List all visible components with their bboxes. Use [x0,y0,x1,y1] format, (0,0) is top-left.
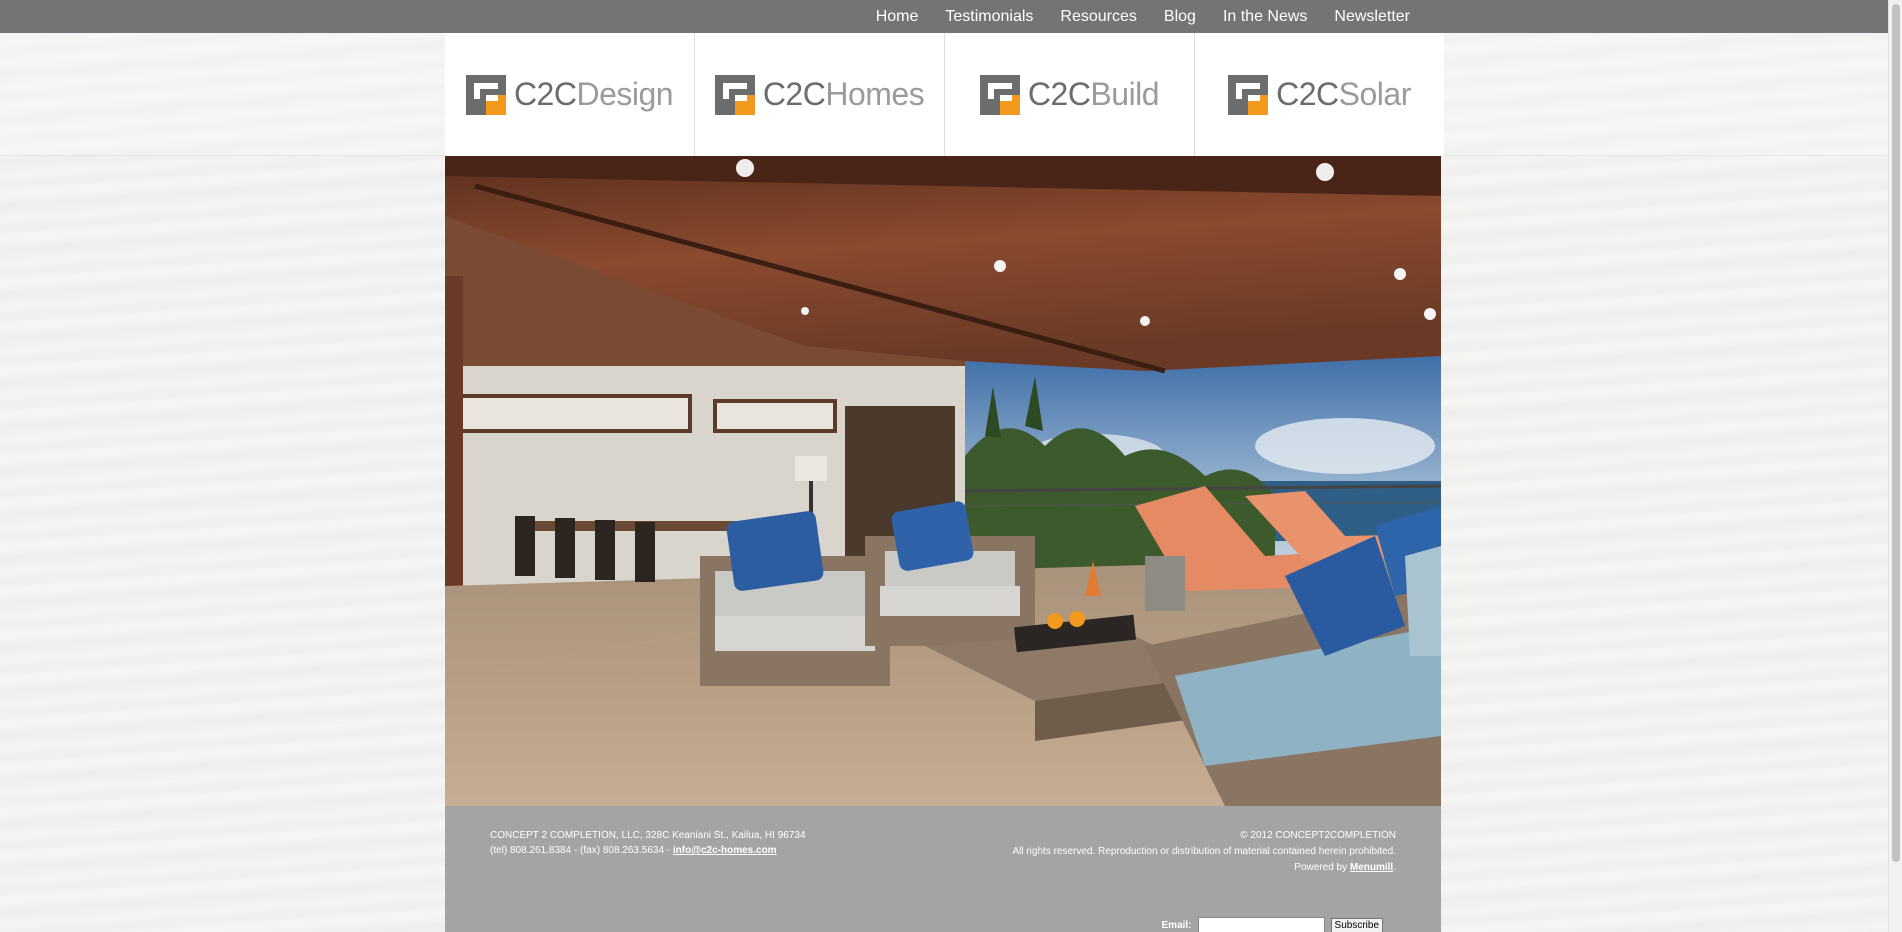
top-nav-bar: Home Testimonials Resources Blog In the … [0,0,1888,33]
powered-suffix: . [1393,862,1396,873]
footer-powered: Powered by Menumill. [1012,860,1396,876]
nav-blog[interactable]: Blog [1164,8,1196,26]
brand-c2c-design[interactable]: C2CDesign [445,33,695,156]
brand-name: C2CHomes [762,76,925,113]
newsletter-subscribe: Email: Subscribe [1162,917,1383,932]
main-nav: Home Testimonials Resources Blog In the … [876,0,1410,33]
brand-name: C2CBuild [1027,76,1160,113]
menumill-link[interactable]: Menumill [1350,862,1393,873]
c2c-logo-icon [1228,74,1269,115]
hero-image [445,156,1441,806]
subscribe-button[interactable]: Subscribe [1330,917,1383,932]
footer-address: CONCEPT 2 COMPLETION, LLC, 328C Keaniani… [490,830,806,841]
powered-prefix: Powered by [1294,862,1350,873]
footer-contact: CONCEPT 2 COMPLETION, LLC, 328C Keaniani… [490,828,806,858]
c2c-logo-icon [714,74,755,115]
brand-suffix: Homes [825,76,925,112]
brand-c2c-solar[interactable]: C2CSolar [1195,33,1444,156]
brand-suffix: Design [576,76,674,112]
footer-phone-line: (tel) 808.261.8384 - (fax) 808.263.5634 … [490,843,806,858]
footer-rights: All rights reserved. Reproduction or dis… [1012,846,1396,857]
brand-prefix: C2C [1027,76,1091,112]
scrollbar-thumb[interactable] [1892,4,1900,862]
footer: CONCEPT 2 COMPLETION, LLC, 328C Keaniani… [445,806,1441,932]
nav-in-the-news[interactable]: In the News [1223,8,1307,26]
brand-prefix: C2C [1276,76,1339,112]
brand-prefix: C2C [762,76,826,112]
footer-email-link[interactable]: info@c2c-homes.com [673,845,777,856]
c2c-logo-icon [979,74,1020,115]
nav-newsletter[interactable]: Newsletter [1334,8,1410,26]
c2c-logo-icon [465,74,506,115]
brand-suffix: Solar [1338,76,1412,112]
brand-c2c-homes[interactable]: C2CHomes [695,33,945,156]
brand-suffix: Build [1090,76,1160,112]
brand-prefix: C2C [513,76,577,112]
nav-home[interactable]: Home [876,8,919,26]
brand-c2c-build[interactable]: C2CBuild [945,33,1195,156]
email-input[interactable] [1197,917,1325,932]
footer-phone-fax: (tel) 808.261.8384 - (fax) 808.263.5634 … [490,845,673,856]
brand-logos: C2CDesign C2CHomes C2CBuild C2CSolar [445,33,1444,156]
nav-resources[interactable]: Resources [1060,8,1136,26]
footer-legal: © 2012 CONCEPT2COMPLETION All rights res… [1012,828,1396,876]
brand-name: C2CDesign [513,76,674,113]
lanai-photo [445,156,1441,806]
page-scrollbar[interactable] [1888,0,1902,932]
email-label: Email: [1161,919,1192,931]
nav-testimonials[interactable]: Testimonials [945,8,1033,26]
brand-name: C2CSolar [1276,76,1411,113]
footer-copyright: © 2012 CONCEPT2COMPLETION [1240,830,1396,841]
